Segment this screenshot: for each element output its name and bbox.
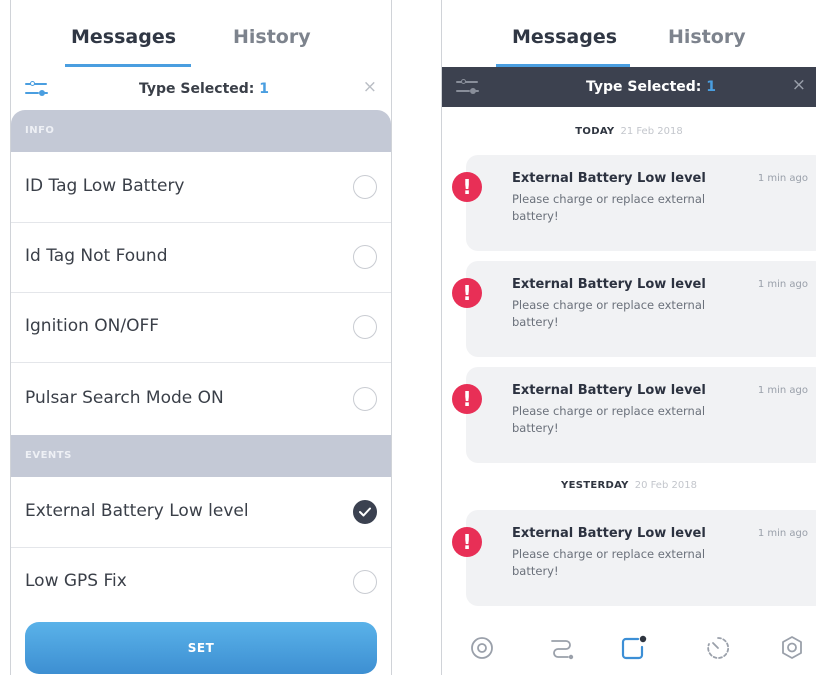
- tab-bar: Messages History: [442, 0, 816, 67]
- option-row[interactable]: Ignition ON/OFF: [11, 292, 391, 363]
- option-label: External Battery Low level: [25, 501, 249, 521]
- close-icon[interactable]: ×: [363, 77, 377, 97]
- message-title: External Battery Low level: [512, 383, 706, 398]
- route-icon[interactable]: [542, 628, 582, 668]
- message-card[interactable]: ! External Battery Low level 1 min ago P…: [452, 261, 816, 357]
- option-row[interactable]: External Battery Low level: [11, 477, 391, 548]
- message-title: External Battery Low level: [512, 171, 706, 186]
- section-header-events: EVENTS: [11, 435, 391, 477]
- message-time: 1 min ago: [757, 528, 808, 539]
- date-header: TODAY 21 Feb 2018: [442, 126, 816, 137]
- tab-messages[interactable]: Messages: [71, 26, 176, 48]
- bottom-nav: [442, 618, 816, 675]
- tab-history[interactable]: History: [233, 26, 311, 48]
- tab-bar: Messages History: [11, 0, 391, 67]
- option-row[interactable]: Low GPS Fix: [11, 547, 391, 617]
- radio-button[interactable]: [353, 245, 377, 269]
- radio-button-checked[interactable]: [353, 500, 377, 524]
- alert-icon: !: [452, 278, 482, 308]
- tab-messages[interactable]: Messages: [512, 26, 617, 48]
- settings-icon[interactable]: [772, 628, 812, 668]
- message-body: Please charge or replace external batter…: [512, 404, 706, 435]
- option-row[interactable]: Pulsar Search Mode ON: [11, 362, 391, 435]
- option-label: ID Tag Low Battery: [25, 176, 185, 196]
- message-body: Please charge or replace external batter…: [512, 547, 706, 578]
- option-row[interactable]: ID Tag Low Battery: [11, 152, 391, 223]
- type-selected-text: Type Selected:: [139, 81, 255, 97]
- alert-icon: !: [452, 384, 482, 414]
- tab-history[interactable]: History: [668, 26, 746, 48]
- message-card[interactable]: ! External Battery Low level 1 min ago P…: [452, 155, 816, 251]
- filter-bar: Type Selected: 1 ×: [11, 67, 391, 111]
- message-time: 1 min ago: [757, 385, 808, 396]
- date-day: YESTERDAY: [561, 480, 629, 491]
- alert-icon: !: [452, 172, 482, 202]
- message-title: External Battery Low level: [512, 277, 706, 292]
- message-title: External Battery Low level: [512, 526, 706, 541]
- check-icon: [359, 507, 371, 517]
- message-time: 1 min ago: [757, 173, 808, 184]
- message-card[interactable]: ! External Battery Low level 1 min ago P…: [452, 510, 816, 606]
- type-selected-text: Type Selected:: [586, 79, 702, 95]
- option-label: Id Tag Not Found: [25, 246, 168, 266]
- radio-button[interactable]: [353, 570, 377, 594]
- set-button[interactable]: SET: [25, 622, 377, 674]
- option-row[interactable]: Id Tag Not Found: [11, 222, 391, 293]
- message-card[interactable]: ! External Battery Low level 1 min ago P…: [452, 367, 816, 463]
- date-value: 20 Feb 2018: [634, 480, 697, 491]
- type-selected-label: Type Selected: 1: [586, 79, 716, 95]
- section-header-info: INFO: [11, 110, 391, 152]
- radio-button[interactable]: [353, 175, 377, 199]
- message-body: Please charge or replace external batter…: [512, 192, 706, 223]
- date-value: 21 Feb 2018: [620, 126, 683, 137]
- timer-icon[interactable]: [698, 628, 738, 668]
- filter-icon[interactable]: [456, 79, 479, 95]
- radio-button[interactable]: [353, 315, 377, 339]
- close-icon[interactable]: ×: [792, 75, 806, 95]
- type-selected-count: 1: [259, 81, 270, 97]
- option-label: Ignition ON/OFF: [25, 316, 160, 336]
- messages-screen: Messages History Type Selected: 1 × TODA…: [441, 0, 816, 675]
- filter-icon[interactable]: [25, 81, 48, 97]
- type-selected-count: 1: [706, 79, 717, 95]
- date-day: TODAY: [575, 126, 615, 137]
- option-label: Low GPS Fix: [25, 571, 127, 591]
- filter-bar: Type Selected: 1 ×: [442, 67, 816, 107]
- filter-screen: Messages History Type Selected: 1 × INFO…: [10, 0, 392, 675]
- message-time: 1 min ago: [757, 279, 808, 290]
- type-selected-label: Type Selected: 1: [139, 81, 269, 97]
- option-label: Pulsar Search Mode ON: [25, 388, 224, 408]
- message-body: Please charge or replace external batter…: [512, 298, 706, 329]
- target-icon[interactable]: [464, 628, 504, 668]
- radio-button[interactable]: [353, 387, 377, 411]
- alert-icon: !: [452, 527, 482, 557]
- messages-icon[interactable]: [614, 628, 654, 668]
- date-header: YESTERDAY 20 Feb 2018: [442, 480, 816, 491]
